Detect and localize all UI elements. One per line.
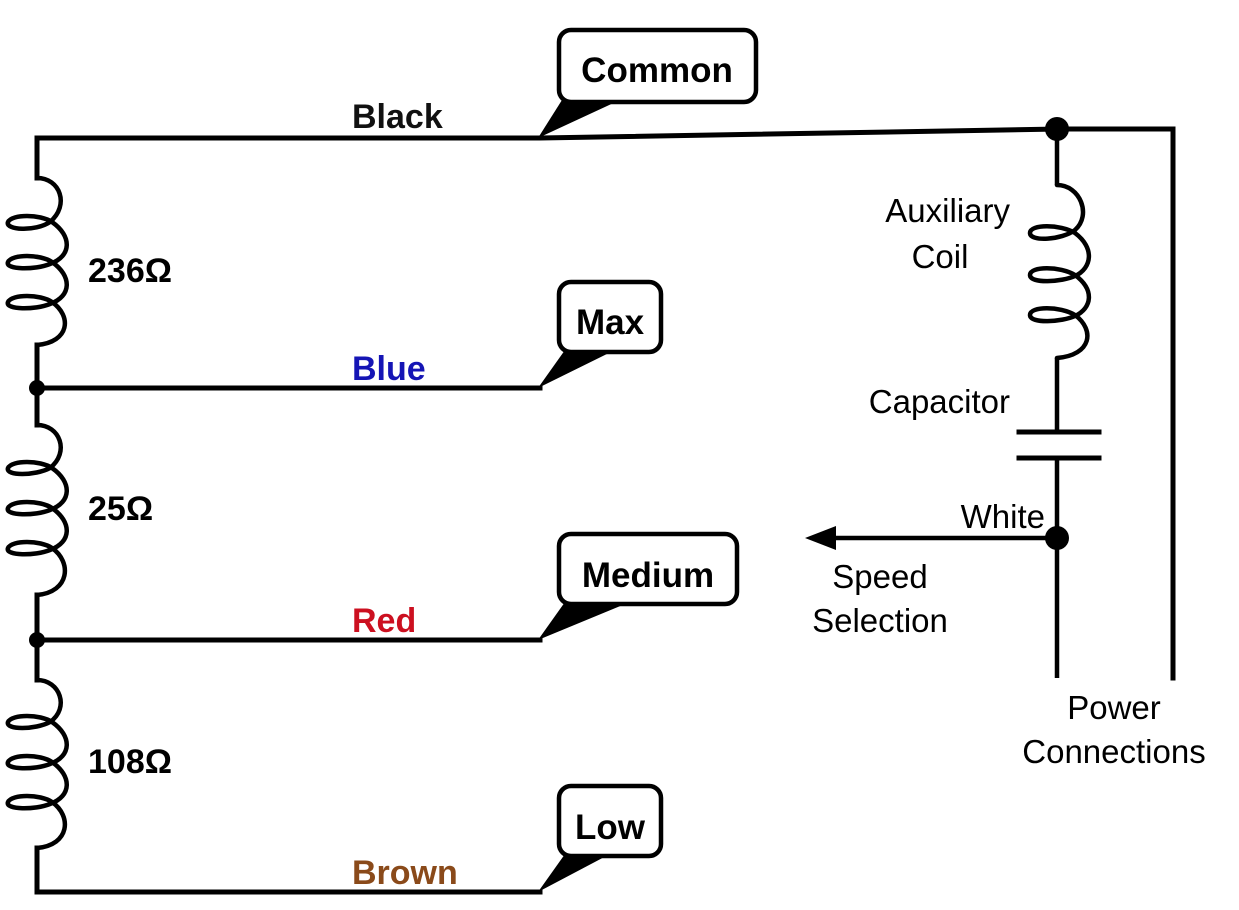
resistance-label-25: 25Ω — [88, 490, 153, 528]
callout-pointer — [538, 100, 620, 138]
callout-medium: Medium — [538, 531, 740, 640]
power-connections-label-line1: Power — [1067, 689, 1161, 726]
white-wire-label: White — [961, 498, 1045, 535]
motor-wiring-diagram: 236Ω 25Ω 108Ω Black Blue Red Brown Commo… — [5, 27, 1206, 895]
capacitor-label: Capacitor — [869, 383, 1010, 420]
coil-236-icon — [5, 175, 69, 348]
auxiliary-coil-label-line1: Auxiliary — [885, 192, 1010, 229]
main-winding — [5, 135, 69, 895]
wire-label-brown: Brown — [352, 854, 458, 892]
callout-medium-label: Medium — [582, 556, 714, 595]
wire-label-red: Red — [352, 602, 416, 640]
wire-label-black: Black — [352, 98, 443, 136]
callout-pointer — [538, 602, 630, 640]
arrow-left-icon — [805, 526, 836, 550]
callout-pointer — [538, 854, 610, 892]
resistance-label-108: 108Ω — [88, 743, 172, 781]
coil-25-icon — [5, 422, 69, 598]
power-connections-label-line2: Connections — [1022, 733, 1205, 770]
callout-common: Common — [538, 27, 759, 138]
auxiliary-coil-icon — [1027, 182, 1092, 361]
callout-low-label: Low — [575, 808, 646, 847]
callout-max-label: Max — [576, 303, 645, 342]
coil-108-icon — [5, 677, 69, 851]
callout-max: Max — [538, 279, 664, 388]
callout-common-label: Common — [581, 51, 733, 90]
callout-pointer — [538, 350, 615, 388]
wire-label-blue: Blue — [352, 350, 426, 388]
callout-low: Low — [538, 783, 664, 892]
speed-selection-label-line2: Selection — [812, 602, 948, 639]
auxiliary-coil-label-line2: Coil — [912, 238, 969, 275]
speed-selection-label-line1: Speed — [832, 558, 927, 595]
resistance-label-236: 236Ω — [88, 252, 172, 290]
